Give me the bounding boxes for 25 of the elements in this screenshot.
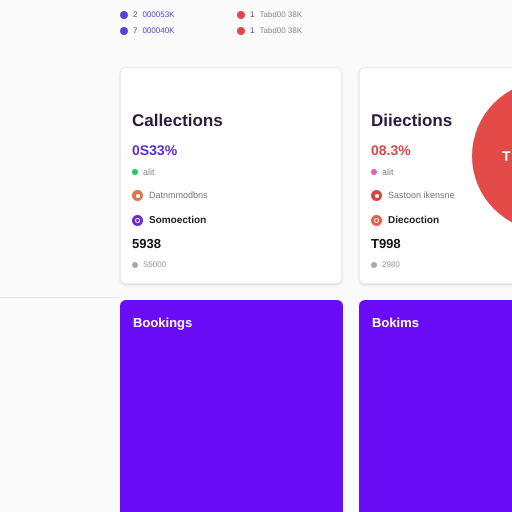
footnote-text: 2980 [382, 259, 400, 271]
percent-value: 0S33% [132, 140, 178, 160]
item-text: Tabd00 38K [259, 8, 302, 20]
panel-title: Bookings [133, 314, 194, 332]
panel-title: Bokims [372, 314, 420, 332]
item-index: 7 [133, 24, 138, 36]
percent-value: 08.3% [371, 140, 411, 160]
item-index: 1 [250, 24, 254, 36]
footnote-text: S5000 [143, 259, 166, 271]
status-text: alit [382, 166, 394, 178]
circle-text: T [502, 146, 511, 166]
card-title: Callections [132, 110, 224, 132]
row-text: Sastoon ikensne [388, 189, 455, 202]
metric-value: T998 [371, 234, 402, 252]
section-label: Diecoction [388, 214, 440, 228]
item-text: Tabd00 38K [259, 24, 302, 36]
status-text: alit [143, 166, 155, 178]
row-text: Datnmmodbns [149, 189, 208, 202]
item-text: 000053K [142, 8, 174, 20]
item-text: 000040K [142, 24, 174, 36]
section-label: Somoection [149, 214, 206, 228]
item-index: 2 [133, 8, 138, 20]
metric-value: 5938 [132, 234, 162, 252]
item-index: 1 [250, 8, 254, 20]
card-title: Diiections [371, 110, 454, 132]
